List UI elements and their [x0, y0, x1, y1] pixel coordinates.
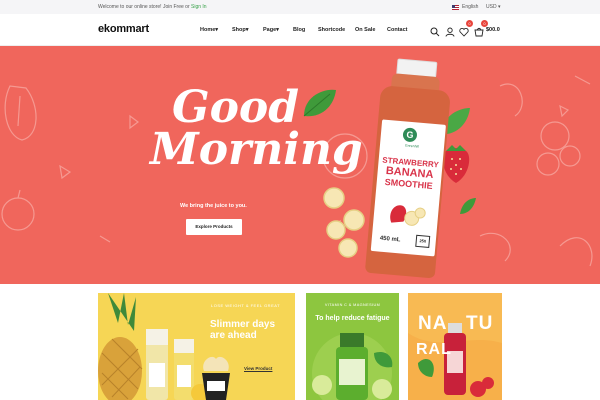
nav-item-page[interactable]: Page▾ [263, 27, 279, 33]
banner-kicker: LOSE WEIGHT & FEEL GREAT [211, 303, 281, 308]
promo-banner-fatigue[interactable]: VITAMIN C & MAGNESIUM To help reduce fat… [306, 293, 399, 400]
nav-label: Shop [232, 27, 246, 33]
brand-logo-icon: G [402, 127, 418, 143]
promo-banner-slimmer[interactable]: LOSE WEIGHT & FEEL GREAT Slimmer days ar… [98, 293, 295, 400]
bottle-label: G Greenhill STRAWBERRY BANANA SMOOTHIE 4… [370, 119, 446, 257]
explore-products-button[interactable]: Explore Products [186, 219, 242, 235]
frozen-yogurt-cup-image [202, 356, 230, 400]
banner-kicker: VITAMIN C & MAGNESIUM [324, 303, 381, 307]
cart-total[interactable]: $00.0 [486, 27, 500, 33]
welcome-text: Welcome to our online store! Join Free o… [98, 4, 190, 10]
site-header: ekommart Home▾ Shop▾ Page▾ Blog Shortcod… [0, 14, 600, 46]
view-product-link[interactable]: View Product [244, 366, 272, 371]
language-label: English [462, 4, 479, 10]
hero-banner: Good Morning We bring the juice to you. … [0, 46, 600, 284]
nutrition-badge: 250 [415, 234, 431, 248]
script-line-morning: Morning [150, 124, 363, 175]
green-juice-bottle-image [312, 333, 393, 400]
chevron-down-icon: ▾ [215, 27, 219, 33]
sign-in-link[interactable]: Sign In [191, 4, 207, 10]
banner-title: To help reduce fatigue [315, 315, 390, 322]
fruit-illustration-icon [390, 205, 426, 226]
nav-item-shortcode[interactable]: Shortcode [318, 27, 358, 33]
pineapple-and-juice-bottles-image [98, 293, 208, 400]
natural-word-art: RAL [416, 341, 452, 358]
language-selector[interactable]: English [452, 4, 478, 10]
nav-item-contact[interactable]: Contact [387, 27, 417, 33]
chevron-down-icon: ▾ [497, 4, 501, 10]
banner-title: Slimmer days are ahead [210, 319, 276, 341]
natural-word-art: NA [418, 313, 448, 334]
promo-banner-natural[interactable]: NA TU RAL [408, 293, 502, 400]
nav-item-shop[interactable]: Shop▾ [232, 27, 249, 33]
nav-label: Home [200, 27, 216, 33]
top-bar: Welcome to our online store! Join Free o… [0, 0, 600, 14]
user-icon[interactable] [445, 24, 455, 37]
nav-label: Page [263, 27, 277, 33]
currency-selector[interactable]: USD ▾ [486, 4, 500, 10]
hero-subtitle: We bring the juice to you. [180, 203, 247, 209]
bottle-volume: 450 mL [379, 235, 401, 244]
welcome-message: Welcome to our online store! Join Free o… [98, 4, 207, 10]
site-logo[interactable]: ekommart [98, 23, 149, 35]
chevron-down-icon: ▾ [245, 27, 249, 33]
search-icon[interactable] [430, 24, 440, 37]
chevron-down-icon: ▾ [276, 27, 279, 33]
cart-count-badge: 0 [481, 20, 488, 27]
leaf-icon [460, 198, 476, 214]
natural-word-art: TU [466, 313, 494, 334]
wishlist-count-badge: 0 [466, 20, 473, 27]
nav-item-on-sale[interactable]: On Sale [355, 27, 385, 33]
us-flag-icon [452, 4, 459, 10]
nav-item-home[interactable]: Home▾ [200, 27, 218, 33]
currency-label: USD [486, 4, 497, 10]
leaf-icon [303, 89, 336, 117]
cart-icon[interactable]: 0 [474, 20, 488, 37]
bottle-brand: Greenhill [404, 143, 420, 149]
wishlist-heart-icon[interactable]: 0 [459, 20, 473, 37]
nav-item-blog[interactable]: Blog [293, 27, 305, 33]
